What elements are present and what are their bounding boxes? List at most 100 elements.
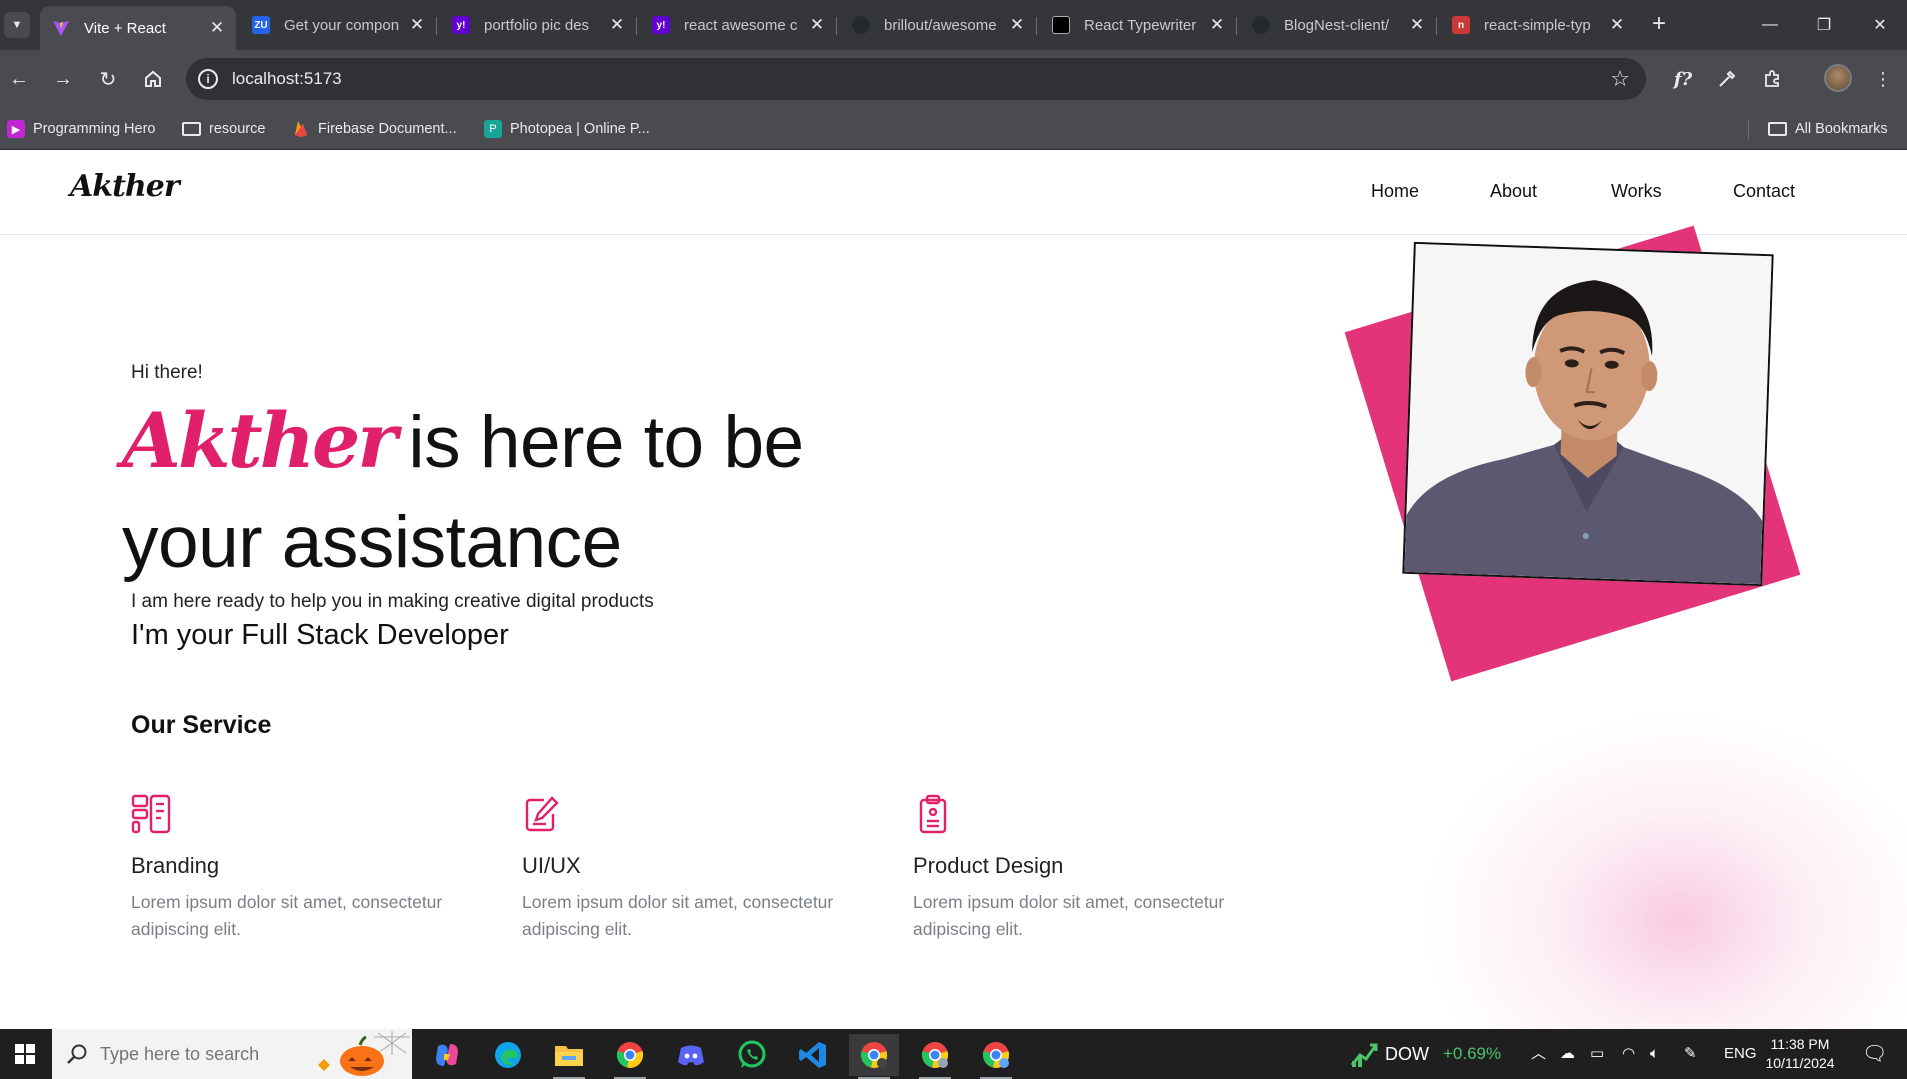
- close-tab-icon[interactable]: ✕: [1606, 15, 1628, 35]
- back-button[interactable]: ←: [4, 64, 34, 94]
- taskbar-copilot[interactable]: [422, 1034, 472, 1076]
- hero-role-typewriter: I'm your Full Stack Developer: [131, 619, 509, 651]
- windows-taskbar: DOW +0.69% ︿ ☁ ▭ ◠ 🔈︎ ✎ ENG 11:38 PM 10/…: [0, 1029, 1907, 1079]
- battery-icon[interactable]: ▭: [1590, 1029, 1604, 1079]
- profile-photo: [1402, 241, 1774, 587]
- github-icon: [1252, 16, 1270, 34]
- address-bar[interactable]: i ☆: [186, 58, 1646, 100]
- taskbar-file-explorer[interactable]: [544, 1034, 594, 1079]
- tab-react-typewriter[interactable]: React Typewriter ✕: [1040, 8, 1236, 42]
- tab-vite-react[interactable]: Vite + React ✕: [40, 6, 236, 50]
- tab-brillout-awesome[interactable]: brillout/awesome ✕: [840, 8, 1036, 42]
- pen-icon[interactable]: ✎: [1684, 1029, 1697, 1079]
- bookmark-firebase[interactable]: Firebase Document...: [292, 119, 457, 139]
- taskbar-whatsapp[interactable]: [727, 1034, 777, 1076]
- tray-overflow-chevron-icon[interactable]: ︿: [1531, 1029, 1546, 1079]
- wifi-icon[interactable]: ◠: [1622, 1029, 1635, 1079]
- page-viewport: Akther Home About Works Contact Hi there…: [0, 151, 1907, 1029]
- minimize-button[interactable]: —: [1747, 10, 1793, 40]
- restore-button[interactable]: ❐: [1801, 10, 1847, 40]
- ticker-change[interactable]: +0.69%: [1443, 1029, 1501, 1079]
- all-bookmarks-button[interactable]: All Bookmarks: [1768, 119, 1888, 139]
- taskbar-search-input[interactable]: [100, 1029, 320, 1079]
- page-icon: [1052, 16, 1070, 34]
- nav-link-home[interactable]: Home: [1371, 181, 1419, 202]
- tab-label: React Typewriter: [1084, 16, 1197, 34]
- tab-label: react-simple-typ: [1484, 16, 1591, 34]
- bookmark-label: resource: [209, 121, 266, 137]
- browser-toolbar: ← → ↻ i ☆ f? ⋮: [0, 50, 1907, 108]
- notification-center-icon[interactable]: 🗨︎: [1862, 1029, 1887, 1079]
- ticker-symbol[interactable]: DOW: [1385, 1029, 1429, 1079]
- portrait-illustration: [1404, 243, 1774, 587]
- taskbar-search-box[interactable]: [52, 1029, 412, 1079]
- system-clock[interactable]: 11:38 PM 10/11/2024: [1762, 1035, 1838, 1073]
- tab-react-awesome[interactable]: y! react awesome c ✕: [640, 8, 836, 42]
- close-tab-icon[interactable]: ✕: [206, 18, 228, 38]
- branding-icon: [131, 794, 171, 834]
- chevron-down-icon: ▼: [11, 19, 23, 31]
- tab-portfolio-pic[interactable]: y! portfolio pic des ✕: [440, 8, 636, 42]
- site-info-icon[interactable]: i: [198, 69, 218, 89]
- close-tab-icon[interactable]: ✕: [606, 15, 628, 35]
- taskbar-vscode[interactable]: [788, 1034, 838, 1076]
- close-tab-icon[interactable]: ✕: [1006, 15, 1028, 35]
- yahoo-icon: y!: [652, 16, 670, 34]
- tab-search-button[interactable]: ▼: [4, 12, 30, 38]
- tab-label: Vite + React: [84, 19, 166, 37]
- onedrive-cloud-icon[interactable]: ☁: [1560, 1029, 1575, 1079]
- close-tab-icon[interactable]: ✕: [1206, 15, 1228, 35]
- taskbar-chrome-3[interactable]: [910, 1034, 960, 1079]
- close-window-button[interactable]: ✕: [1857, 10, 1903, 40]
- fx-extension-icon[interactable]: f?: [1668, 64, 1698, 94]
- eyedropper-extension-icon[interactable]: [1712, 64, 1742, 94]
- bookmark-star-icon[interactable]: ☆: [1610, 66, 1630, 92]
- github-icon: [852, 16, 870, 34]
- tab-blognest-client[interactable]: BlogNest-client/ ✕: [1240, 8, 1436, 42]
- close-tab-icon[interactable]: ✕: [1406, 15, 1428, 35]
- home-button[interactable]: [138, 64, 168, 94]
- extensions-puzzle-icon[interactable]: [1757, 64, 1787, 94]
- hero-name: Akther: [122, 396, 397, 485]
- new-tab-button[interactable]: +: [1645, 10, 1673, 38]
- taskbar-chrome-2[interactable]: [849, 1034, 899, 1079]
- service-card-product-design: Product Design Lorem ipsum dolor sit ame…: [913, 794, 1273, 943]
- hero-headline: Akther is here to be your assistance: [122, 391, 842, 593]
- taskbar-chrome-1[interactable]: [605, 1034, 655, 1079]
- start-button[interactable]: [0, 1029, 50, 1079]
- file-explorer-icon: [555, 1046, 583, 1066]
- language-indicator[interactable]: ENG: [1724, 1029, 1757, 1079]
- site-logo[interactable]: Akther: [70, 169, 180, 204]
- service-card-branding: Branding Lorem ipsum dolor sit amet, con…: [131, 794, 491, 943]
- tab-react-simple-typewriter[interactable]: n react-simple-typ ✕: [1440, 8, 1636, 42]
- url-input[interactable]: [232, 58, 1132, 100]
- hero-headline-line2: your assistance: [122, 502, 622, 583]
- taskbar-discord[interactable]: [666, 1034, 716, 1076]
- tab-label: brillout/awesome: [884, 16, 997, 34]
- profile-avatar[interactable]: [1824, 64, 1852, 92]
- close-tab-icon[interactable]: ✕: [806, 15, 828, 35]
- volume-icon[interactable]: 🔈︎: [1650, 1029, 1659, 1079]
- menu-kebab-icon[interactable]: ⋮: [1868, 64, 1898, 94]
- photopea-icon: P: [484, 120, 502, 138]
- bookmark-label: Programming Hero: [33, 121, 156, 137]
- close-tab-icon[interactable]: ✕: [406, 15, 428, 35]
- yahoo-icon: y!: [452, 16, 470, 34]
- tab-separator: [436, 17, 437, 35]
- windows-logo-icon: [15, 1044, 35, 1064]
- forward-button[interactable]: →: [48, 64, 78, 94]
- tab-get-your-components[interactable]: ZU Get your compon ✕: [240, 8, 436, 42]
- nav-link-contact[interactable]: Contact: [1733, 181, 1795, 202]
- tab-label: BlogNest-client/: [1284, 16, 1390, 34]
- npm-icon: n: [1452, 16, 1470, 34]
- nav-link-about[interactable]: About: [1490, 181, 1537, 202]
- bookmark-programming-hero[interactable]: ▶ Programming Hero: [7, 119, 156, 139]
- arrow-right-icon: →: [53, 67, 73, 90]
- bookmark-label: Firebase Document...: [318, 121, 457, 137]
- bookmark-photopea[interactable]: P Photopea | Online P...: [484, 119, 650, 139]
- reload-button[interactable]: ↻: [93, 64, 123, 94]
- nav-link-works[interactable]: Works: [1611, 181, 1662, 202]
- taskbar-chrome-4[interactable]: [971, 1034, 1021, 1079]
- bookmark-folder-resource[interactable]: resource: [182, 119, 265, 139]
- taskbar-edge[interactable]: [483, 1034, 533, 1076]
